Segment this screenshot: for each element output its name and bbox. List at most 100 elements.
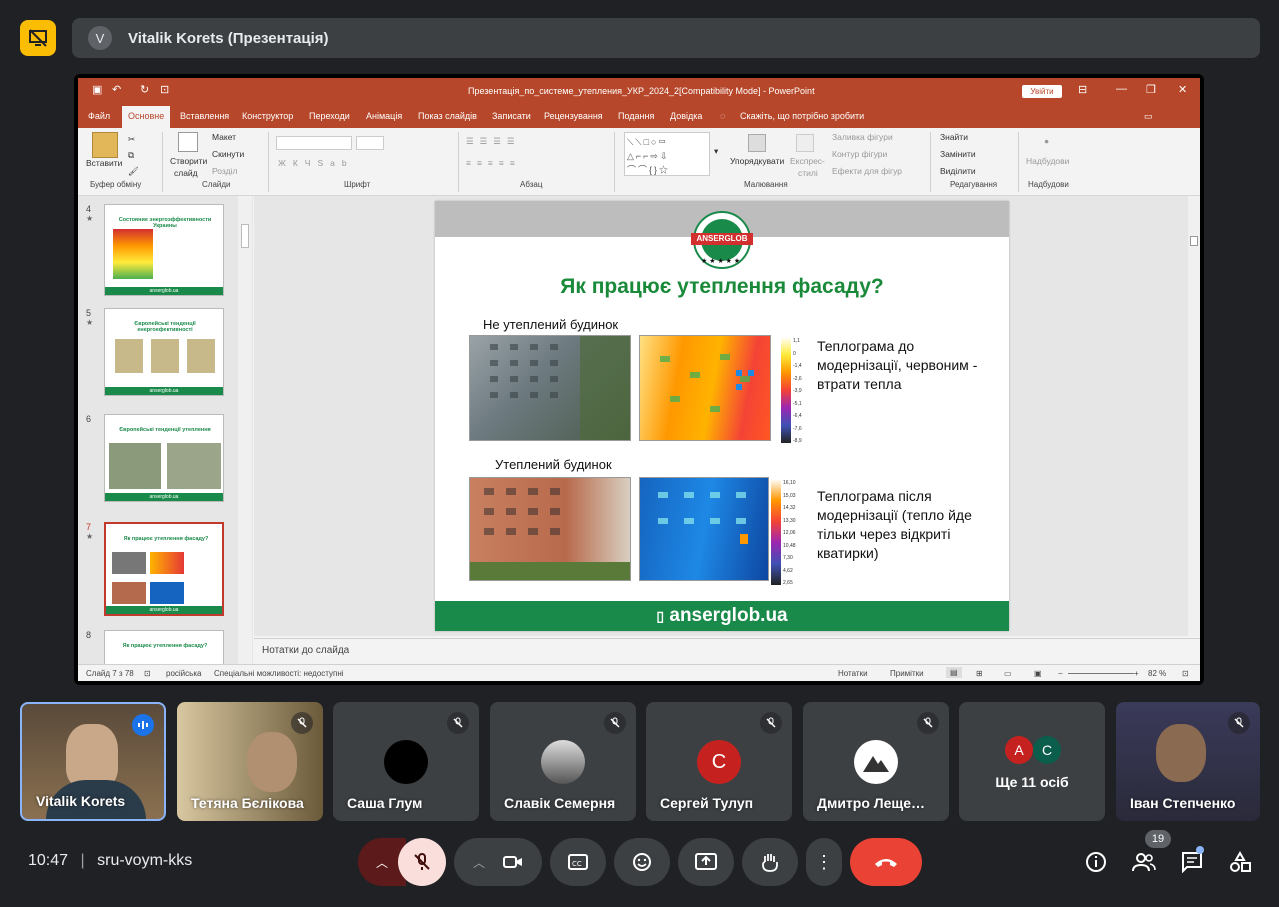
addins-button[interactable]: Надбудови bbox=[1026, 156, 1069, 166]
tab-record[interactable]: Записати bbox=[492, 111, 531, 121]
more-options-button[interactable]: ⋮ bbox=[806, 838, 842, 886]
undo-icon[interactable]: ↶ bbox=[112, 83, 121, 96]
slide-scrollbar[interactable] bbox=[1188, 196, 1200, 636]
participant-tile[interactable]: Дмитро Леще… bbox=[803, 702, 949, 821]
participant-tile[interactable]: С Сергей Тулуп bbox=[646, 702, 792, 821]
copy-icon[interactable]: ⧉ bbox=[128, 150, 134, 161]
meeting-code[interactable]: sru-voym-kks bbox=[97, 852, 192, 869]
slide-thumbnail-6[interactable]: Європейські тенденції утеплення anserglo… bbox=[104, 414, 224, 502]
zoom-level[interactable]: 82 % bbox=[1148, 669, 1166, 678]
tab-review[interactable]: Рецензування bbox=[544, 111, 603, 121]
sign-in-button[interactable]: Увійти bbox=[1022, 85, 1062, 98]
comments-toggle[interactable]: Примітки bbox=[890, 669, 924, 678]
zoom-slider[interactable] bbox=[1068, 673, 1134, 674]
quick-styles-icon[interactable] bbox=[796, 134, 814, 152]
find-button[interactable]: Знайти bbox=[940, 132, 968, 142]
format-painter-icon[interactable]: 🖌 bbox=[128, 166, 139, 177]
tab-help[interactable]: Довідка bbox=[670, 111, 702, 121]
shape-fill-button[interactable]: Заливка фігури bbox=[832, 132, 893, 142]
layout-button[interactable]: Макет bbox=[212, 132, 236, 142]
replace-button[interactable]: Замінити bbox=[940, 149, 976, 159]
participant-tile[interactable]: Тетяна Бєлікова bbox=[177, 702, 323, 821]
present-screen-button[interactable] bbox=[678, 838, 734, 886]
ribbon-display-icon[interactable]: ⊟ bbox=[1078, 83, 1087, 96]
close-icon[interactable]: ✕ bbox=[1178, 83, 1187, 96]
section-button[interactable]: Розділ bbox=[212, 166, 237, 176]
arrange-button[interactable]: Упорядкувати bbox=[730, 156, 784, 166]
font-format-buttons[interactable]: ЖКЧSab bbox=[278, 158, 354, 168]
participant-tile[interactable]: Саша Глум bbox=[333, 702, 479, 821]
new-slide-button[interactable]: Створити bbox=[170, 156, 207, 166]
reactions-button[interactable] bbox=[614, 838, 670, 886]
tell-me-input[interactable]: Скажіть, що потрібно зробити bbox=[740, 111, 864, 121]
tab-file[interactable]: Файл bbox=[88, 111, 110, 121]
tab-view[interactable]: Подання bbox=[618, 111, 654, 121]
activities-button[interactable] bbox=[1226, 848, 1254, 876]
chat-button[interactable] bbox=[1178, 846, 1206, 876]
notes-toggle[interactable]: Нотатки bbox=[838, 669, 868, 678]
slideshow-icon[interactable]: ⊡ bbox=[160, 83, 169, 96]
redo-icon[interactable]: ↻ bbox=[140, 83, 149, 96]
more-participants-tile[interactable]: А С Ще 11 осіб bbox=[959, 702, 1105, 821]
list-buttons[interactable]: ☰☰☰☰ bbox=[466, 136, 520, 147]
shape-effects-button[interactable]: Ефекти для фігур bbox=[832, 166, 902, 176]
shapes-gallery[interactable]: ⟍⟍□○▭ △⌐⌐⇨⇩ ⌒⌒{}☆ bbox=[624, 132, 710, 176]
thumb-footer: anserglob.ua bbox=[105, 287, 223, 295]
shape-outline-button[interactable]: Контур фігури bbox=[832, 149, 887, 159]
anserglob-logo: ANSERGLOB ★ ★ ★ ★ ★ bbox=[691, 211, 753, 269]
slide[interactable]: ANSERGLOB ★ ★ ★ ★ ★ Як працює утеплення … bbox=[435, 201, 1009, 631]
captions-button[interactable]: CC bbox=[550, 838, 606, 886]
new-slide-icon[interactable] bbox=[178, 132, 198, 152]
participant-tile[interactable]: Славік Семерня bbox=[490, 702, 636, 821]
cut-icon[interactable]: ✂ bbox=[128, 134, 135, 145]
maximize-icon[interactable]: ❐ bbox=[1146, 83, 1156, 96]
tab-insert[interactable]: Вставлення bbox=[180, 111, 229, 121]
participant-tile[interactable]: Іван Степченко bbox=[1116, 702, 1260, 821]
zoom-in-icon[interactable]: + bbox=[1134, 669, 1139, 678]
language-status[interactable]: російська bbox=[166, 669, 201, 678]
tab-slideshow[interactable]: Показ слайдів bbox=[418, 111, 477, 121]
addins-icon[interactable]: ● bbox=[1044, 136, 1049, 146]
reset-button[interactable]: Скинути bbox=[212, 149, 244, 159]
meeting-time: 10:47 bbox=[28, 852, 69, 869]
align-buttons[interactable]: ≡≡≡≡≡ bbox=[466, 158, 521, 168]
save-icon[interactable]: ▣ bbox=[92, 83, 102, 96]
thumb-number: 6 bbox=[86, 414, 92, 424]
raise-hand-button[interactable] bbox=[742, 838, 798, 886]
font-name-select[interactable] bbox=[276, 136, 352, 150]
shapes-more-icon[interactable]: ▾ bbox=[714, 146, 718, 157]
notes-pane[interactable]: Нотатки до слайда bbox=[254, 638, 1200, 662]
reading-view-icon[interactable]: ▭ bbox=[1004, 669, 1012, 678]
font-size-select[interactable] bbox=[356, 136, 384, 150]
accessibility-status[interactable]: Спеціальні можливості: недоступні bbox=[214, 669, 344, 678]
slide-thumbnail-5[interactable]: Європейські тенденції енергоефективності… bbox=[104, 308, 224, 396]
zoom-out-icon[interactable]: − bbox=[1058, 669, 1063, 678]
presentation-status-icon[interactable] bbox=[20, 20, 56, 56]
tab-transitions[interactable]: Переходи bbox=[309, 111, 350, 121]
slide-thumbnail-4[interactable]: Состояние энергоэффективности Украины an… bbox=[104, 204, 224, 296]
comments-icon[interactable]: ▭ bbox=[1144, 111, 1153, 122]
tab-design[interactable]: Конструктор bbox=[242, 111, 293, 121]
tab-animations[interactable]: Анімація bbox=[366, 111, 402, 121]
tab-home[interactable]: Основне bbox=[122, 106, 171, 128]
paste-icon[interactable] bbox=[92, 132, 118, 158]
select-button[interactable]: Виділити bbox=[940, 166, 976, 176]
quick-styles-button[interactable]: Експрес- bbox=[790, 156, 825, 166]
thumbnails-scrollbar[interactable] bbox=[238, 196, 252, 664]
normal-view-icon[interactable]: ▤ bbox=[946, 667, 962, 678]
arrange-icon[interactable] bbox=[748, 134, 766, 152]
slideshow-view-icon[interactable]: ▣ bbox=[1034, 669, 1042, 678]
camera-toggle-button[interactable]: ︿ bbox=[454, 838, 542, 886]
meeting-details-button[interactable] bbox=[1082, 848, 1110, 876]
paste-button[interactable]: Вставити bbox=[86, 158, 122, 168]
slide-thumbnail-7[interactable]: Як працює утеплення фасаду? anserglob.ua bbox=[104, 522, 224, 616]
spellcheck-icon[interactable]: ⊡ bbox=[144, 669, 151, 678]
slide-sorter-icon[interactable]: ⊞ bbox=[976, 669, 983, 678]
fit-slide-icon[interactable]: ⊡ bbox=[1182, 669, 1189, 678]
mic-off-icon bbox=[760, 712, 782, 734]
participant-tile[interactable]: Vitalik Korets bbox=[20, 702, 166, 821]
leave-call-button[interactable] bbox=[850, 838, 922, 886]
minimize-icon[interactable]: — bbox=[1116, 83, 1127, 95]
people-button[interactable] bbox=[1130, 848, 1158, 876]
mic-toggle-button[interactable] bbox=[398, 838, 446, 886]
